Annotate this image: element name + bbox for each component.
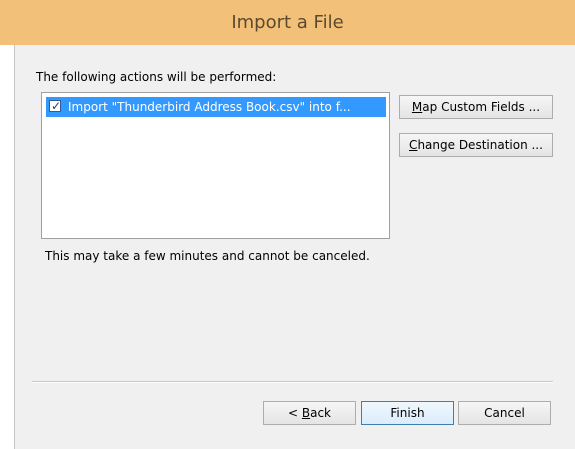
action-item-label: Import "Thunderbird Address Book.csv" in…: [68, 100, 351, 114]
cancel-button[interactable]: Cancel: [458, 401, 551, 425]
actions-intro-label: The following actions will be performed:: [36, 70, 277, 84]
back-button[interactable]: < Back: [263, 401, 356, 425]
map-label: ap Custom Fields ...: [422, 100, 541, 114]
checkmark-icon: ✓: [51, 99, 62, 113]
back-prefix: <: [287, 406, 302, 420]
change-destination-button[interactable]: Change Destination ...: [399, 133, 553, 157]
map-mnemonic: M: [411, 100, 423, 114]
actions-list[interactable]: ✓ Import "Thunderbird Address Book.csv" …: [41, 92, 390, 239]
map-custom-fields-button[interactable]: Map Custom Fields ...: [399, 95, 553, 119]
footer-divider-highlight: [32, 382, 553, 383]
finish-button[interactable]: Finish: [361, 401, 454, 425]
back-label: ack: [310, 406, 331, 420]
action-list-item[interactable]: ✓ Import "Thunderbird Address Book.csv" …: [46, 97, 386, 117]
back-mnemonic: B: [301, 406, 311, 420]
change-label: hange Destination ...: [417, 138, 543, 152]
window-title: Import a File: [231, 12, 344, 33]
duration-note: This may take a few minutes and cannot b…: [45, 249, 370, 263]
title-bar: Import a File: [0, 0, 575, 45]
action-checkbox[interactable]: ✓: [49, 99, 62, 113]
